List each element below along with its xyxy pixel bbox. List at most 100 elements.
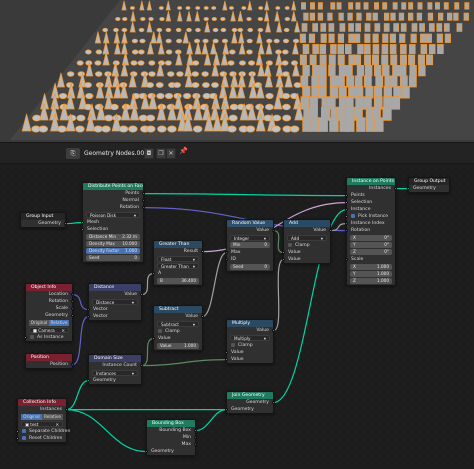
- operation-dropdown[interactable]: Subtract ▾: [157, 321, 199, 327]
- node-link[interactable]: [273, 229, 284, 254]
- node-editor-icon[interactable]: ⎘: [66, 148, 80, 159]
- clamp-checkbox[interactable]: [288, 242, 292, 247]
- value-b-socket[interactable]: [224, 357, 229, 362]
- operation-dropdown[interactable]: Distance ▾: [92, 299, 138, 305]
- object-info-node[interactable]: Object Info Location Rotation Scale Geom…: [23, 283, 75, 342]
- distance-min-field[interactable]: Distance Min 2.32 m: [86, 234, 140, 240]
- value-in-socket[interactable]: [151, 336, 156, 341]
- node-link[interactable]: [141, 337, 154, 367]
- node-tree-name[interactable]: Geometry Nodes.002: [84, 148, 148, 159]
- join-geometry-node[interactable]: Join Geometry Geometry Geometry: [224, 391, 276, 414]
- node-link[interactable]: [66, 379, 89, 411]
- node-link[interactable]: [143, 192, 347, 197]
- instance-index-socket[interactable]: [344, 221, 349, 226]
- reset-children-checkbox[interactable]: [22, 435, 26, 440]
- node-editor-canvas[interactable]: Group Input Geometry Distribute Points o…: [0, 164, 474, 469]
- density-max-field[interactable]: Density Max 10.000: [86, 241, 140, 247]
- pin-icon[interactable]: 📌: [179, 147, 188, 155]
- instance-on-points-node[interactable]: Instance on Points Instances Points Sele…: [344, 177, 398, 286]
- b-field[interactable]: B 36.400: [157, 278, 199, 284]
- transform-space-toggle[interactable]: Original Relative: [29, 320, 69, 326]
- node-link[interactable]: [72, 293, 89, 311]
- density-factor-field[interactable]: Density Factor 1.000: [86, 248, 140, 254]
- relative-option[interactable]: Relative: [49, 320, 69, 326]
- value-a-socket[interactable]: [224, 350, 229, 355]
- operation-dropdown[interactable]: Add ▾: [287, 235, 327, 241]
- add-node[interactable]: Add Value Add ▾ Clamp Value Value: [281, 219, 333, 264]
- geometry-socket[interactable]: [144, 449, 149, 454]
- shield-icon[interactable]: ◘: [144, 148, 154, 159]
- vector-b-socket[interactable]: [86, 314, 91, 319]
- pick-instance-checkbox[interactable]: [351, 213, 355, 218]
- rotation-z-field[interactable]: Z 0°: [350, 249, 392, 255]
- distance-node[interactable]: Distance Value Distance ▾ Vector Vector: [86, 283, 144, 321]
- value-field[interactable]: Value 1.000: [157, 343, 199, 349]
- clamp-checkbox[interactable]: [158, 328, 162, 333]
- instance-socket[interactable]: [344, 207, 349, 212]
- scale-socket[interactable]: [344, 257, 349, 262]
- close-icon[interactable]: ✕: [166, 148, 176, 159]
- collection-picker[interactable]: ▣ test ✕: [21, 421, 63, 427]
- min-field[interactable]: Min 0: [230, 242, 270, 248]
- multiply-node[interactable]: Multiply Value Multiply ▾ Clamp Value Val…: [224, 319, 276, 364]
- group-input-node[interactable]: Group Input Geometry: [20, 212, 68, 228]
- geometry-socket[interactable]: [406, 186, 411, 191]
- reset-children-socket[interactable]: [15, 436, 20, 441]
- node-link[interactable]: [141, 272, 154, 296]
- rotation-y-field[interactable]: Y 0°: [350, 242, 392, 248]
- seed-field[interactable]: Seed 0: [230, 264, 270, 270]
- clamp-checkbox[interactable]: [231, 342, 235, 347]
- rotation-x-field[interactable]: X 0°: [350, 235, 392, 241]
- geometry-in-socket[interactable]: [224, 407, 229, 412]
- vector-a-socket[interactable]: [86, 307, 91, 312]
- distribute-points-node[interactable]: Distribute Points on Faces Points Normal…: [80, 182, 146, 263]
- domain-size-node[interactable]: Domain Size Instance Count Instances ▾ Ge…: [86, 354, 144, 385]
- node-link[interactable]: [66, 408, 147, 453]
- mode-dropdown[interactable]: Poisson Disk ▾: [86, 212, 140, 218]
- node-link[interactable]: [141, 358, 227, 367]
- close-icon[interactable]: ✕: [61, 328, 65, 333]
- geometry-socket[interactable]: [86, 378, 91, 383]
- scale-y-field[interactable]: Y 1.000: [350, 271, 392, 277]
- node-link[interactable]: [273, 258, 284, 332]
- duplicate-icon[interactable]: ❐: [156, 148, 166, 159]
- node-link[interactable]: [65, 221, 83, 225]
- as-instance-socket[interactable]: [23, 335, 28, 340]
- node-link[interactable]: [72, 315, 89, 366]
- rotation-socket[interactable]: [344, 228, 349, 233]
- subtract-node[interactable]: Subtract Value Subtract ▾ Clamp Value Val…: [151, 305, 205, 351]
- transform-space-toggle[interactable]: Original Relative: [21, 414, 63, 420]
- node-link[interactable]: [195, 408, 227, 432]
- seed-field[interactable]: Seed 0: [86, 255, 140, 261]
- greater-than-node[interactable]: Greater Than Result Float ▾ Greater Than ▾…: [151, 240, 205, 286]
- operation-dropdown[interactable]: Multiply ▾: [230, 335, 270, 341]
- component-dropdown[interactable]: Instances ▾: [92, 370, 138, 376]
- position-node[interactable]: Position Position: [25, 353, 75, 369]
- type-dropdown[interactable]: Integer ▾: [230, 235, 270, 241]
- value-b-socket[interactable]: [281, 257, 286, 262]
- scale-z-field[interactable]: Z 1.000: [350, 278, 392, 284]
- max-socket[interactable]: [224, 250, 229, 255]
- a-socket[interactable]: [151, 271, 156, 276]
- node-link[interactable]: [202, 251, 227, 318]
- collection-info-node[interactable]: Collection Info Instances Original Relati…: [15, 398, 70, 443]
- selection-socket[interactable]: [344, 200, 349, 205]
- id-socket[interactable]: [224, 257, 229, 262]
- bounding-box-node[interactable]: Bounding Box Bounding Box Min Max Geomet…: [144, 419, 198, 456]
- separate-children-checkbox[interactable]: [22, 428, 26, 433]
- mesh-socket[interactable]: [80, 220, 85, 225]
- selection-socket[interactable]: [80, 227, 85, 232]
- as-instance-checkbox[interactable]: [30, 334, 34, 339]
- object-picker[interactable]: ■ Camera ✕: [29, 327, 69, 333]
- separate-children-socket[interactable]: [15, 429, 20, 434]
- scale-x-field[interactable]: X 1.000: [350, 264, 392, 270]
- group-output-node[interactable]: Group Output Geometry: [406, 177, 450, 193]
- value-a-socket[interactable]: [281, 250, 286, 255]
- pick-instance-socket[interactable]: [344, 214, 349, 219]
- relative-option[interactable]: Relative: [42, 414, 63, 420]
- random-value-node[interactable]: Random Value Value Integer ▾ Min 0 Max ID …: [224, 219, 276, 272]
- operation-dropdown[interactable]: Greater Than ▾: [157, 263, 199, 269]
- original-option[interactable]: Original: [29, 320, 49, 326]
- original-option[interactable]: Original: [21, 414, 42, 420]
- 3d-viewport[interactable]: [0, 0, 474, 142]
